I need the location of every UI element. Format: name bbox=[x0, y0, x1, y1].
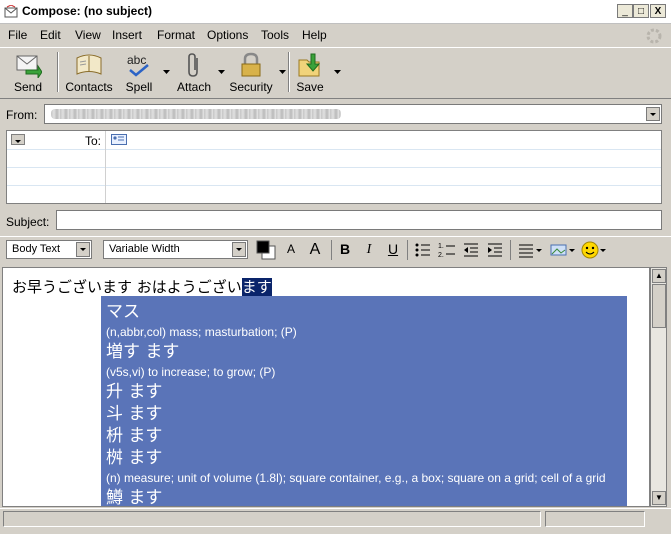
recipient-column-divider bbox=[105, 131, 106, 203]
align-icon[interactable] bbox=[517, 241, 543, 259]
dictionary-headword: 升 ます bbox=[106, 382, 163, 402]
toolbar-separator bbox=[510, 240, 511, 260]
status-progress-pane bbox=[545, 511, 645, 527]
dictionary-headword: 増す ます bbox=[106, 342, 180, 362]
toolbar-separator bbox=[407, 240, 408, 260]
menu-help[interactable]: Help bbox=[302, 28, 327, 42]
contacts-book-icon bbox=[76, 54, 102, 75]
smaller-font-icon[interactable]: A bbox=[283, 240, 299, 259]
dictionary-headword: 鱒 ます bbox=[106, 488, 163, 507]
numbered-list-icon[interactable]: 1. 2. bbox=[438, 241, 456, 259]
from-account-select[interactable] bbox=[44, 104, 662, 124]
from-dropdown-arrow-icon[interactable] bbox=[646, 107, 660, 121]
menu-edit[interactable]: Edit bbox=[40, 28, 61, 42]
bulleted-list-icon[interactable] bbox=[414, 241, 432, 259]
to-label: To: bbox=[85, 134, 102, 148]
message-body-editor[interactable]: お早うございます おはようございます マス (n,abbr,col) mass; … bbox=[2, 267, 650, 507]
contacts-button[interactable]: Contacts bbox=[63, 50, 115, 94]
dictionary-definition: (n,abbr,col) mass; masturbation; (P) bbox=[106, 325, 297, 339]
insert-image-icon[interactable] bbox=[550, 241, 576, 259]
activity-throbber-icon bbox=[646, 28, 662, 44]
subject-label: Subject: bbox=[6, 215, 50, 229]
redacted-sender-address bbox=[51, 109, 341, 119]
compose-window-icon bbox=[4, 5, 18, 18]
title-bar: Compose: (no subject) _ □ X bbox=[0, 0, 671, 24]
font-select[interactable]: Variable Width bbox=[103, 240, 248, 259]
status-text-pane bbox=[3, 511, 541, 527]
recipients-list[interactable]: To: bbox=[6, 130, 662, 204]
dictionary-headword: 桝 ます bbox=[106, 448, 163, 468]
menu-view[interactable]: View bbox=[75, 28, 101, 42]
toolbar-separator bbox=[331, 240, 332, 260]
increase-indent-icon[interactable] bbox=[486, 241, 504, 259]
recipient-type-dropdown[interactable] bbox=[11, 134, 25, 145]
save-folder-icon bbox=[298, 53, 321, 77]
from-label: From: bbox=[6, 108, 38, 122]
security-button[interactable]: Security bbox=[228, 50, 274, 94]
dictionary-definition: (n) measure; unit of volume (1.8l); squa… bbox=[106, 471, 606, 485]
paragraph-style-select[interactable]: Body Text bbox=[6, 240, 92, 259]
chevron-down-icon bbox=[15, 140, 21, 143]
send-icon bbox=[16, 55, 42, 78]
scrollbar-thumb[interactable] bbox=[652, 284, 666, 328]
save-button[interactable]: Save bbox=[294, 50, 326, 94]
menu-format[interactable]: Format bbox=[157, 28, 195, 42]
attach-button[interactable]: Attach bbox=[174, 50, 214, 94]
padlock-icon bbox=[241, 52, 261, 77]
minimize-button[interactable]: _ bbox=[617, 4, 633, 18]
text-color-picker-icon[interactable] bbox=[256, 240, 276, 260]
dictionary-lookup-popup: マス (n,abbr,col) mass; masturbation; (P) 増す… bbox=[101, 296, 627, 507]
spell-check-icon: abc bbox=[127, 53, 149, 77]
svg-text:1.: 1. bbox=[438, 243, 444, 250]
dictionary-headword: マス bbox=[106, 302, 140, 322]
smiley-icon[interactable] bbox=[581, 240, 607, 260]
spell-dropdown-arrow-icon[interactable] bbox=[163, 70, 170, 74]
underline-icon[interactable]: U bbox=[385, 240, 401, 259]
attach-dropdown-arrow-icon[interactable] bbox=[218, 70, 225, 74]
dictionary-entries: マス (n,abbr,col) mass; masturbation; (P) 増す… bbox=[106, 302, 623, 507]
menu-bar: File Edit View Insert Format Options Too… bbox=[0, 24, 671, 46]
vertical-scrollbar[interactable]: ▲ ▼ bbox=[650, 267, 667, 507]
chevron-down-icon bbox=[232, 242, 246, 257]
chevron-down-icon bbox=[76, 242, 90, 257]
dictionary-headword: 斗 ます bbox=[106, 404, 163, 424]
security-dropdown-arrow-icon[interactable] bbox=[279, 70, 286, 74]
dictionary-definition: (v5s,vi) to increase; to grow; (P) bbox=[106, 365, 276, 379]
dictionary-headword: 枡 ます bbox=[106, 426, 163, 446]
scroll-down-arrow-icon[interactable]: ▼ bbox=[652, 491, 666, 505]
scroll-up-arrow-icon[interactable]: ▲ bbox=[652, 269, 666, 283]
svg-text:abc: abc bbox=[127, 53, 146, 67]
menu-insert[interactable]: Insert bbox=[112, 28, 142, 42]
toolbar-separator bbox=[57, 52, 59, 92]
address-card-icon bbox=[111, 134, 127, 145]
maximize-button[interactable]: □ bbox=[633, 4, 649, 18]
bold-icon[interactable]: B bbox=[337, 240, 353, 259]
message-body-text[interactable]: お早うございます おはようございます bbox=[12, 276, 272, 297]
toolbar-separator bbox=[288, 52, 290, 92]
close-button[interactable]: X bbox=[650, 4, 666, 18]
menu-file[interactable]: File bbox=[8, 28, 27, 42]
send-button[interactable]: Send bbox=[8, 50, 48, 94]
italic-icon[interactable]: I bbox=[361, 240, 377, 259]
spell-button[interactable]: abc Spell bbox=[120, 50, 158, 94]
paperclip-icon bbox=[188, 53, 198, 77]
menu-tools[interactable]: Tools bbox=[261, 28, 289, 42]
svg-text:2.: 2. bbox=[438, 252, 444, 259]
menu-options[interactable]: Options bbox=[207, 28, 248, 42]
larger-font-icon[interactable]: A bbox=[305, 240, 325, 259]
subject-input[interactable] bbox=[56, 210, 662, 230]
window-title: Compose: (no subject) bbox=[22, 4, 153, 18]
save-dropdown-arrow-icon[interactable] bbox=[334, 70, 341, 74]
selected-text: ます bbox=[241, 278, 272, 296]
decrease-indent-icon[interactable] bbox=[462, 241, 480, 259]
